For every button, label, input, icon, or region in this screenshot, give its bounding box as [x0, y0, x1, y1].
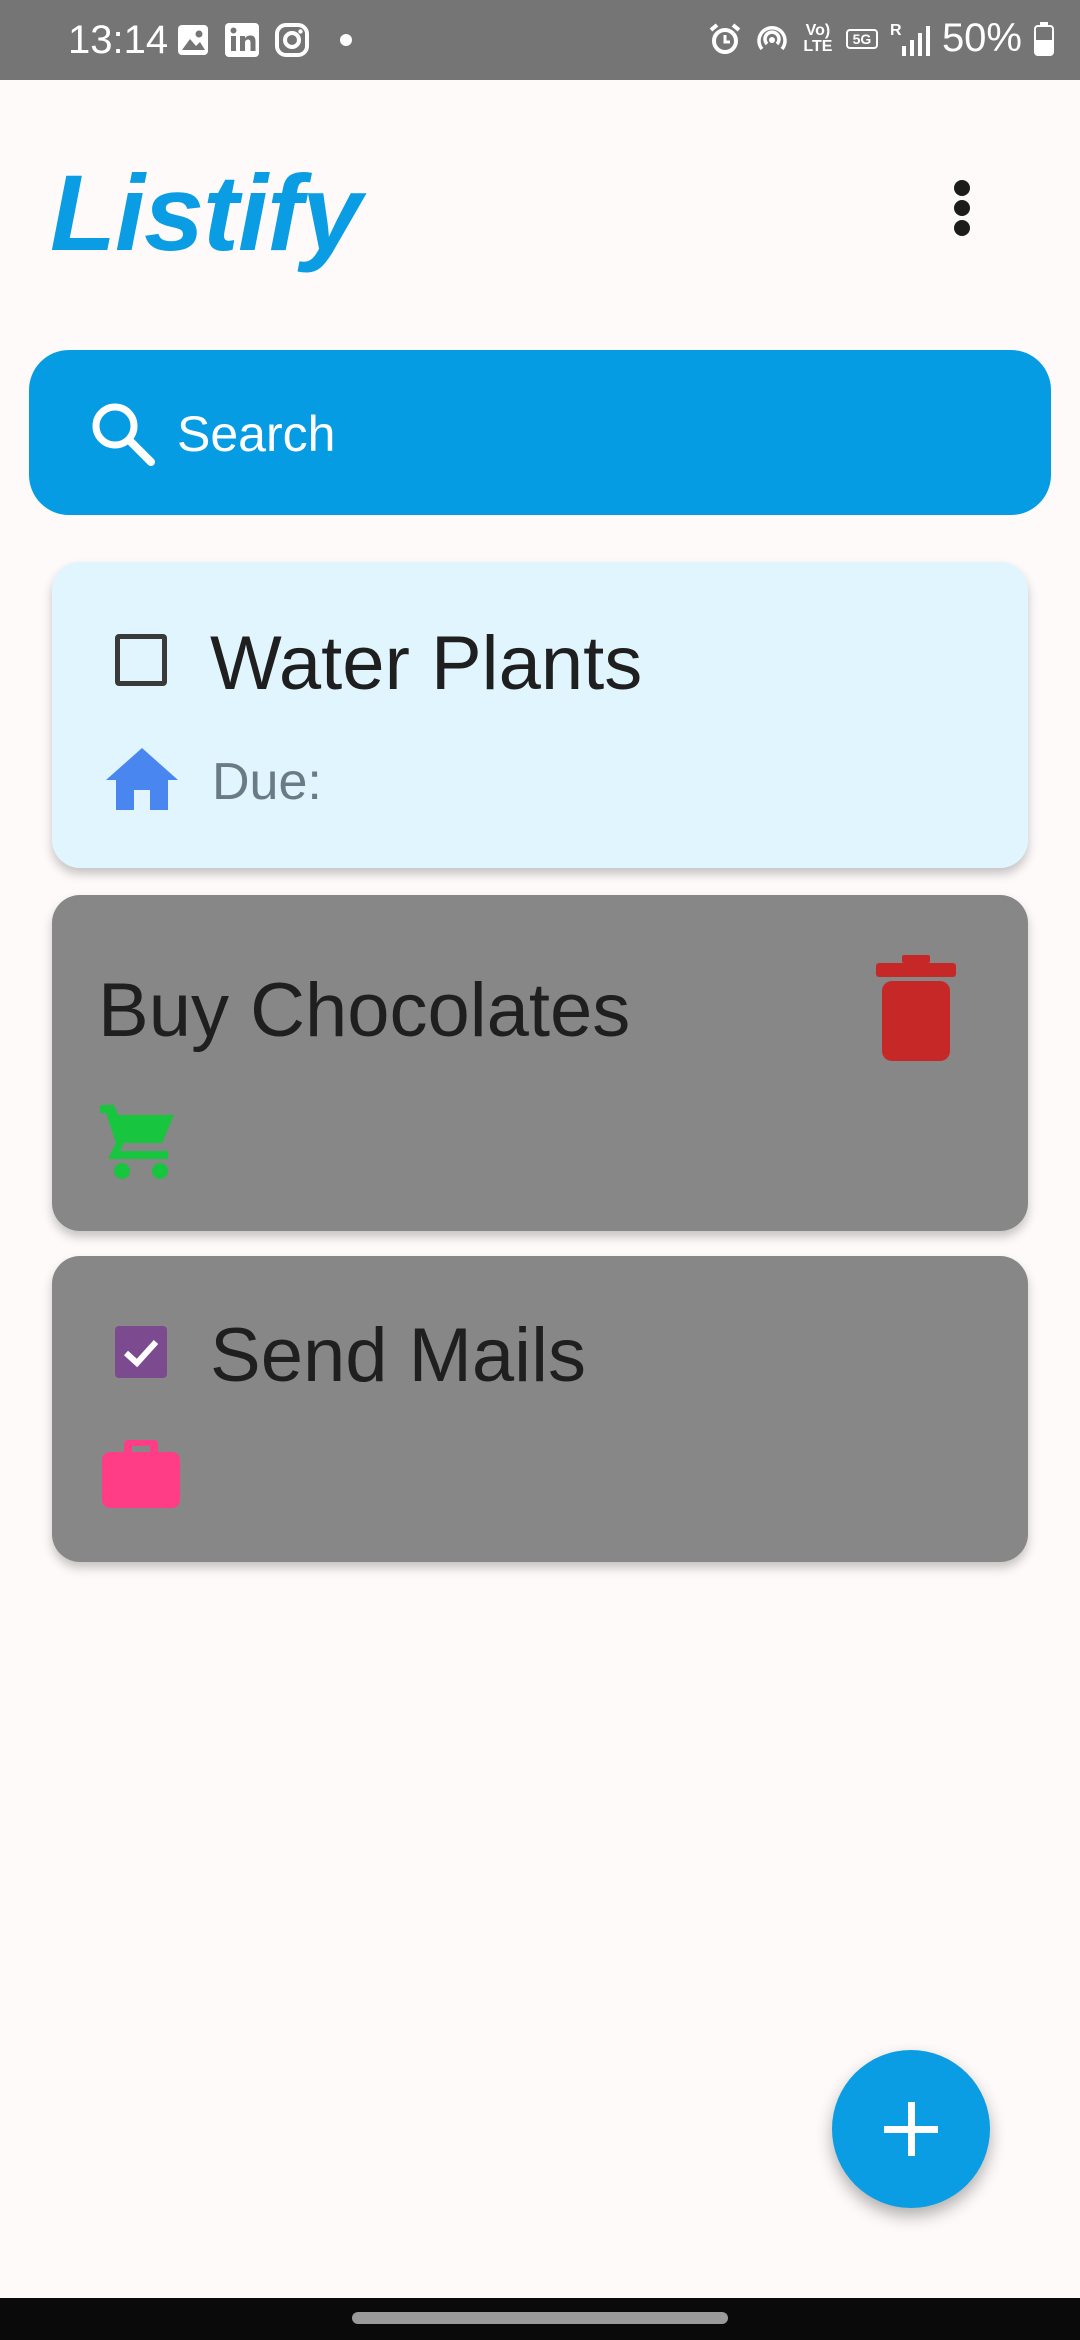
status-system-icons: Vo) LTE 5G R 50%: [708, 16, 1054, 61]
add-task-button[interactable]: [832, 2050, 990, 2208]
roaming-label: R: [889, 21, 902, 39]
linkedin-icon: [225, 23, 259, 57]
more-vert-icon-dot: [954, 220, 970, 236]
home-gesture-handle[interactable]: [352, 2312, 728, 2324]
hotspot-icon: [757, 25, 787, 50]
task-title: Water Plants: [210, 621, 643, 706]
battery-percentage: 50%: [941, 16, 1022, 60]
trash-icon[interactable]: [876, 955, 956, 1061]
task-checkbox[interactable]: [115, 1326, 167, 1378]
cart-icon: [100, 1105, 174, 1179]
signal-icon: R: [890, 22, 930, 56]
more-vert-icon: [954, 180, 970, 196]
due-label: Due:: [212, 753, 322, 811]
check-icon: [123, 1339, 159, 1368]
overflow-menu-button[interactable]: [940, 168, 984, 248]
task-title: Buy Chocolates: [98, 968, 631, 1053]
volte-indicator: Vo) LTE: [803, 21, 833, 55]
app-title: Listify: [50, 152, 362, 273]
home-icon: [106, 748, 178, 810]
navigation-bar: [0, 2298, 1080, 2340]
more-notifications-dot: [340, 34, 352, 46]
battery-icon: [1034, 21, 1054, 56]
task-card[interactable]: Buy Chocolates: [52, 895, 1028, 1231]
task-title: Send Mails: [210, 1313, 586, 1398]
task-checkbox[interactable]: [115, 634, 167, 686]
network-type: 5G: [845, 28, 878, 49]
alarm-icon: [709, 22, 741, 54]
network-type-label: 5G: [845, 28, 878, 49]
briefcase-icon: [102, 1440, 180, 1508]
gallery-icon: [178, 25, 208, 55]
instagram-icon: [275, 23, 309, 57]
more-vert-icon-dot: [954, 200, 970, 216]
task-card[interactable]: Send Mails: [52, 1256, 1028, 1562]
status-bar: 13:14 Vo) LTE 5G R 50%: [0, 0, 1080, 80]
search-icon: [92, 403, 155, 466]
task-card[interactable]: Water Plants Due:: [52, 562, 1028, 868]
search-input[interactable]: [175, 390, 999, 478]
search-bar[interactable]: [29, 350, 1051, 515]
status-time: 13:14: [68, 18, 169, 62]
status-notification-icons: [176, 22, 352, 58]
